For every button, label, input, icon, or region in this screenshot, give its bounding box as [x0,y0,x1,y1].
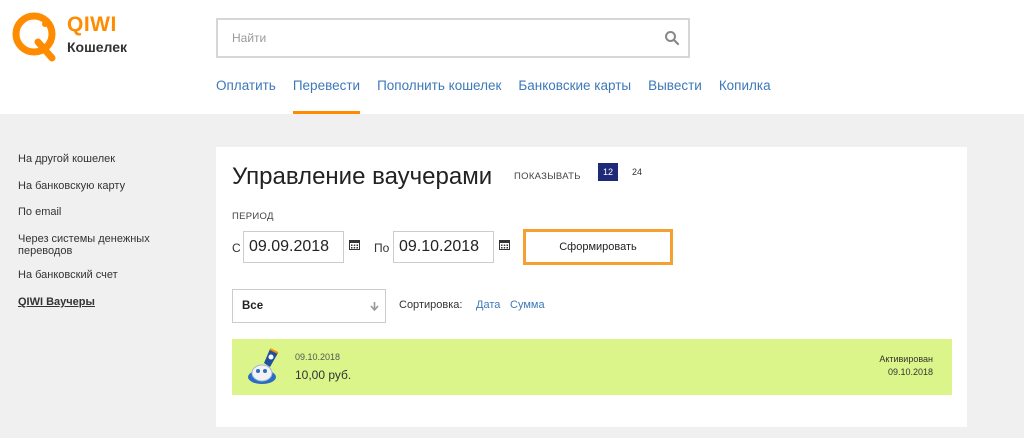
nav-item-pay[interactable]: Оплатить [216,78,276,114]
nav-item-topup[interactable]: Пополнить кошелек [377,78,501,114]
nav-item-bank-cards[interactable]: Банковские карты [518,78,631,114]
voucher-date: 09.10.2018 [295,352,341,362]
sidebar-item-other-wallet[interactable]: На другой кошелек [18,153,115,165]
qiwi-logo[interactable]: QIWI Кошелек [12,12,132,68]
status-filter-value: Все [242,300,264,312]
sort-label: Сортировка: [399,299,463,311]
show-count-label: ПОКАЗЫВАТЬ [514,171,581,182]
page-title: Управление ваучерами [232,163,493,190]
search-icon[interactable] [664,30,680,46]
search-input[interactable] [218,20,658,56]
from-date-label: С [232,241,241,255]
sidebar-item-email[interactable]: По email [18,206,61,218]
sidebar-item-bank-account[interactable]: На банковский счет [18,269,118,281]
voucher-amount: 10,00 руб. [295,368,352,382]
vouchers-panel: Управление ваучерами ПОКАЗЫВАТЬ 12 24 ПЕ… [216,147,967,427]
voucher-row[interactable]: 09.10.2018 10,00 руб. Активирован 09.10.… [232,339,952,395]
to-date-field[interactable]: 09.10.2018 [393,231,494,263]
period-label: ПЕРИОД [232,211,274,222]
status-filter-select[interactable]: Все [232,289,386,323]
header: QIWI Кошелек Оплатить Перевести Пополнит… [0,0,1024,114]
sort-by-date-link[interactable]: Дата [476,299,500,311]
calendar-icon[interactable] [499,239,510,250]
nav-item-transfer[interactable]: Перевести [292,78,361,114]
voucher-icon [248,348,279,384]
voucher-status-date: 09.10.2018 [887,367,933,377]
from-date-field[interactable]: 09.09.2018 [243,231,344,263]
sidebar-item-bank-card[interactable]: На банковскую карту [18,180,125,192]
sort-by-amount-link[interactable]: Сумма [510,299,545,311]
generate-button[interactable]: Сформировать [523,229,673,265]
sidebar-item-qiwi-vouchers[interactable]: QIWI Ваучеры [18,296,95,308]
search-box [216,18,690,58]
show-count-option-12[interactable]: 12 [598,163,618,181]
calendar-icon[interactable] [349,239,360,250]
sidebar-item-money-transfer[interactable]: Через системы денежных переводов [18,233,178,257]
logo-sub-text: Кошелек [67,39,128,55]
voucher-status: Активирован [879,354,933,364]
nav-item-piggybank[interactable]: Копилка [719,78,771,114]
qiwi-logo-icon [12,12,56,62]
main-nav: Оплатить Перевести Пополнить кошелек Бан… [216,78,788,114]
nav-item-withdraw[interactable]: Вывести [648,78,702,114]
arrow-down-icon [370,302,379,311]
to-date-label: По [374,241,390,255]
logo-brand-text: QIWI [67,13,117,36]
show-count-option-24[interactable]: 24 [627,163,647,181]
